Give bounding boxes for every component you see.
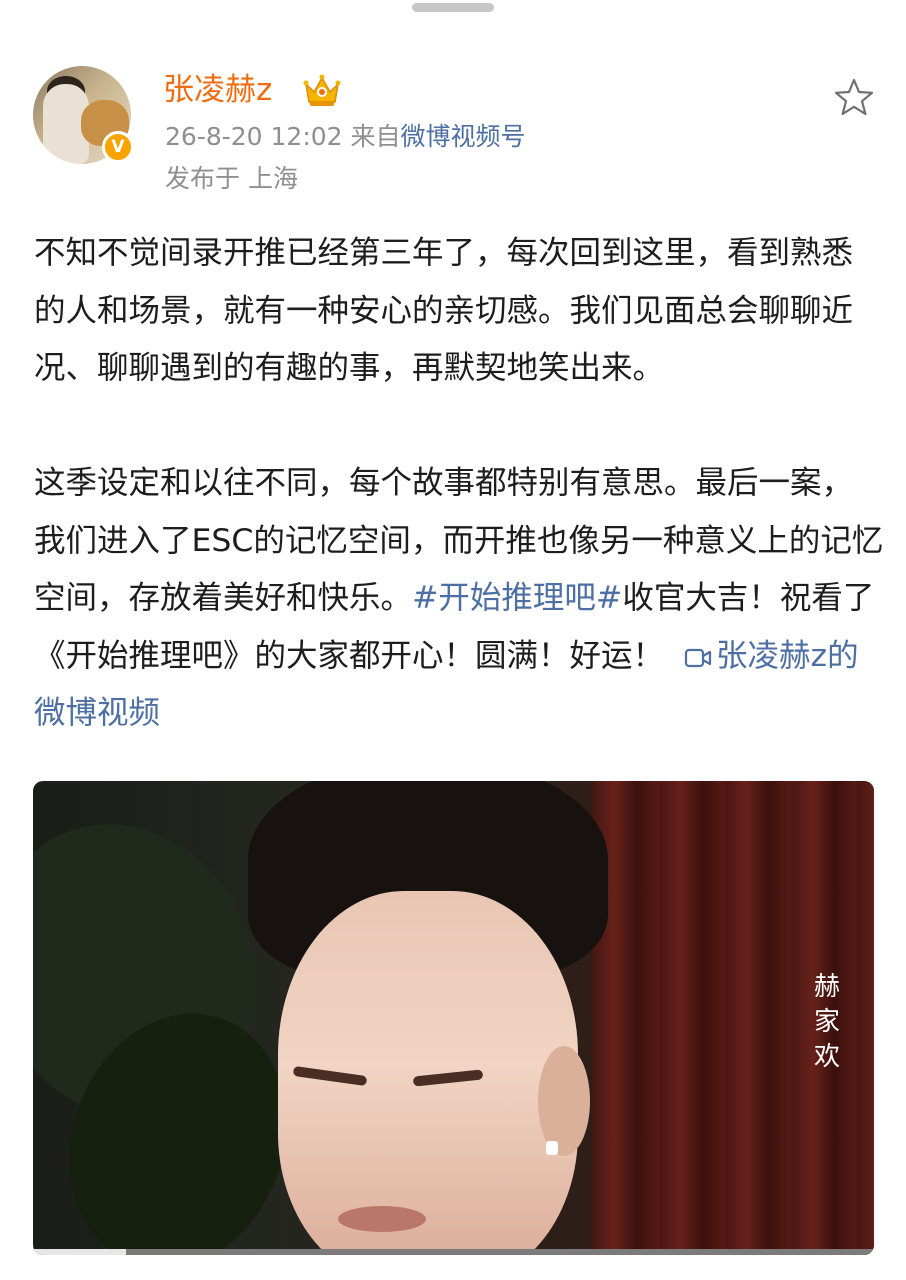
post-meta: 26-8-20 12:02 来自微博视频号 [165, 120, 526, 154]
post-body: 不知不觉间录开推已经第三年了，每次回到这里，看到熟悉的人和场景，就有一种安心的亲… [34, 225, 884, 743]
video-progress-fill [33, 1249, 126, 1255]
post-timestamp: 26-8-20 12:02 [165, 122, 343, 151]
video-player[interactable] [33, 781, 874, 1255]
source-prefix: 来自 [350, 122, 401, 151]
verified-v-icon: V [102, 131, 134, 163]
source-link[interactable]: 微博视频号 [401, 122, 526, 151]
username[interactable]: 张凌赫z [163, 70, 272, 110]
star-icon[interactable] [834, 77, 874, 117]
video-caption: 赫 家 欢 [813, 972, 840, 1072]
post-paragraph-1: 不知不觉间录开推已经第三年了，每次回到这里，看到熟悉的人和场景，就有一种安心的亲… [34, 235, 854, 386]
video-progress-bar[interactable] [33, 1249, 874, 1255]
video-camera-icon [684, 648, 712, 667]
hashtag-link[interactable]: #开始推理吧# [412, 580, 622, 616]
drag-handle[interactable] [412, 3, 494, 12]
post-location: 发布于 上海 [165, 164, 298, 193]
crown-badge-icon [303, 74, 341, 106]
